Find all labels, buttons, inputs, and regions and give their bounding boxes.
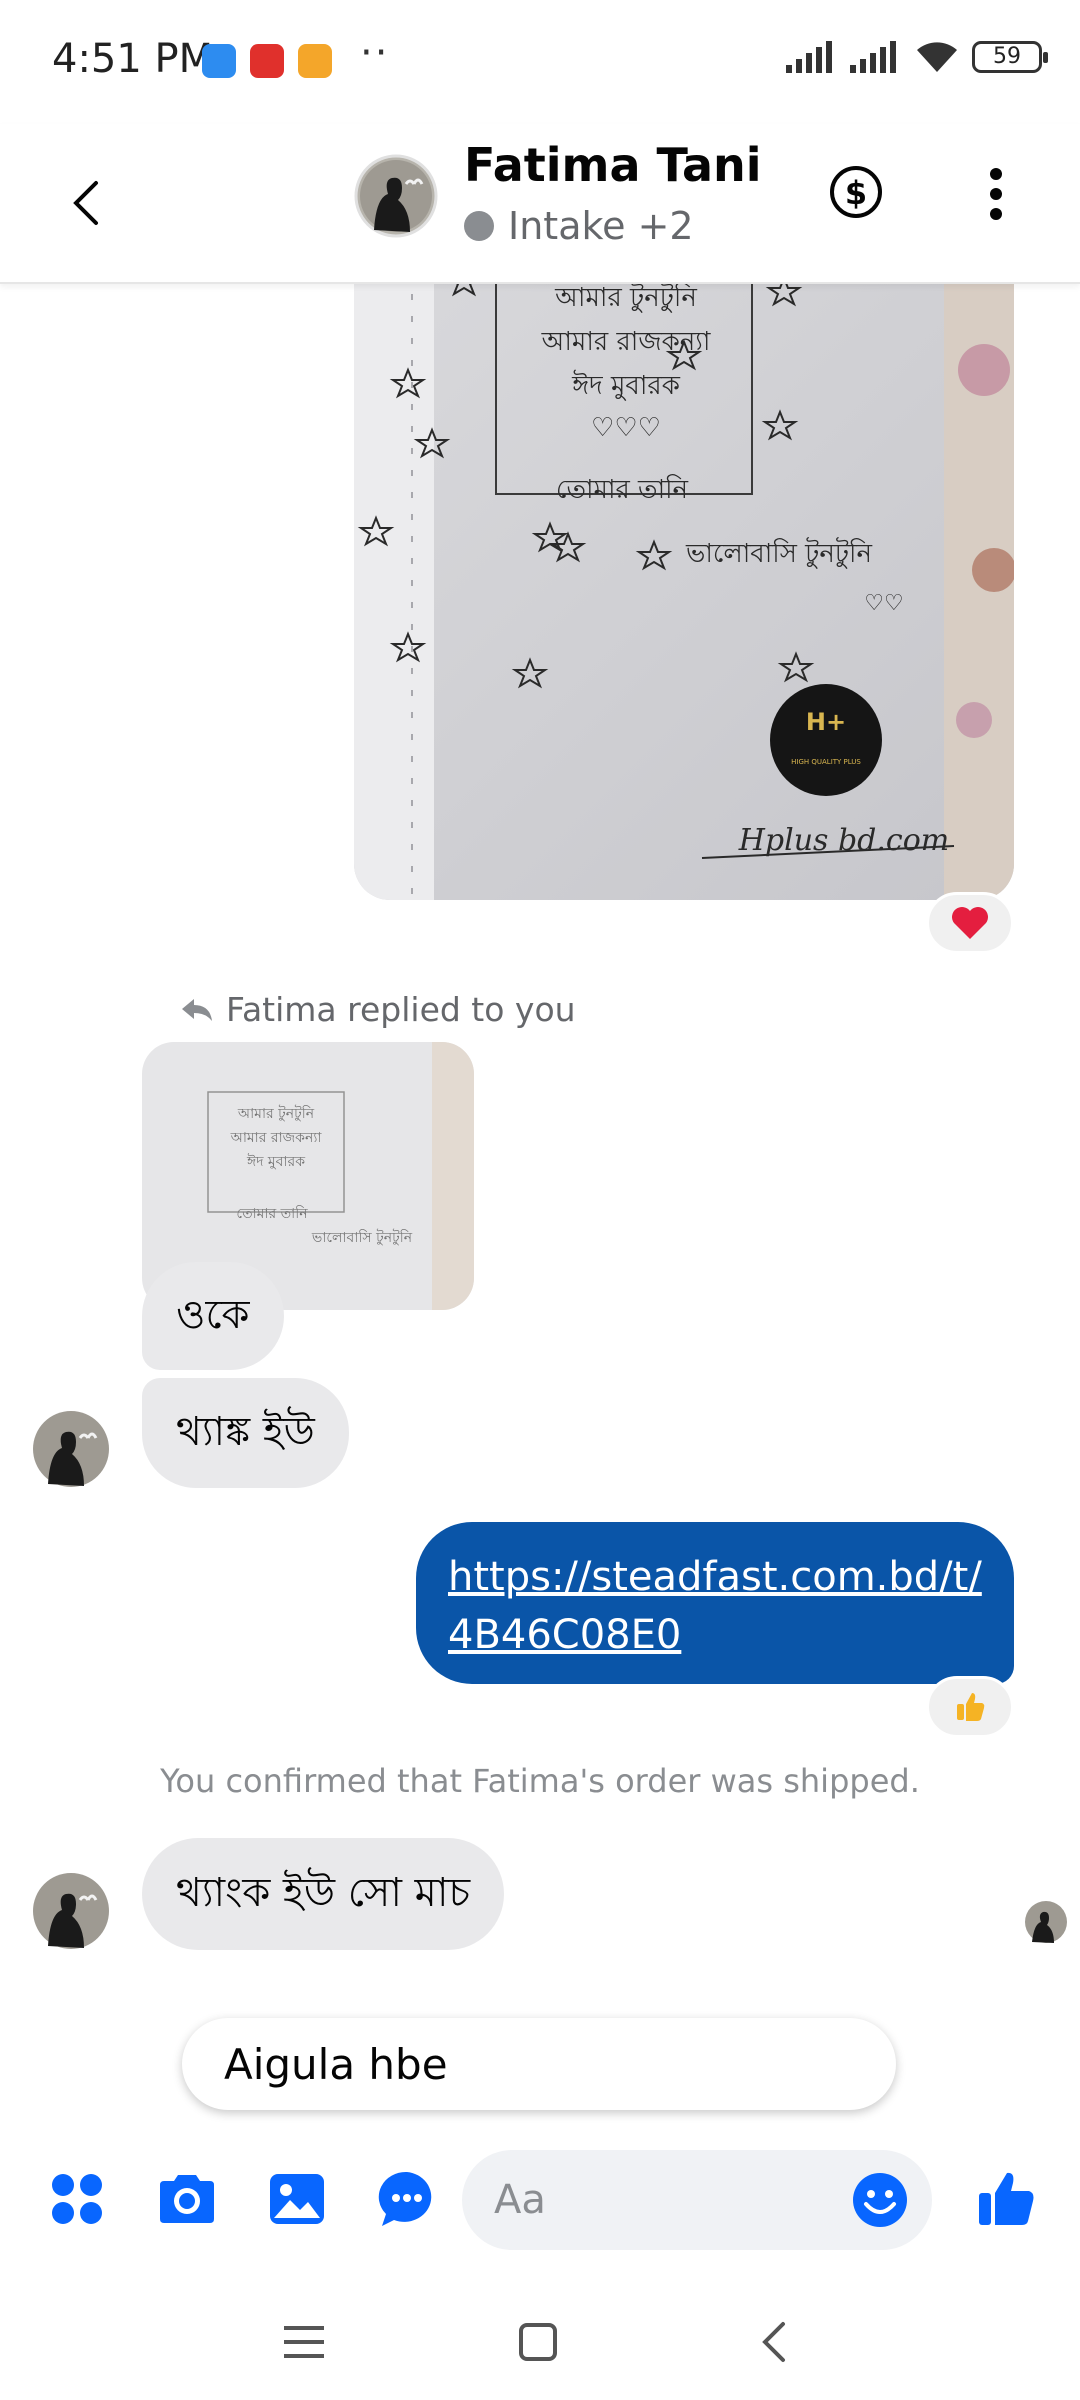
photo-card-image: আমার টুনটুনি আমার রাজকন্যা ঈদ মুবারক ♡♡♡… (354, 250, 1014, 900)
image-icon (270, 2174, 324, 2224)
incoming-message[interactable]: থ্যাংক ইউ সো মাচ (142, 1838, 505, 1950)
chat-bubble-icon (378, 2171, 432, 2226)
contact-label[interactable]: Intake +2 (464, 204, 694, 248)
heart-icon (952, 907, 988, 939)
label-dot (464, 211, 494, 241)
contact-avatar-small[interactable] (32, 1410, 110, 1488)
status-bar: 4:51 PM ·· 59 (0, 0, 1080, 124)
logo-text: H+ (806, 708, 846, 736)
label-text: Intake +2 (508, 204, 694, 248)
brand-logo (770, 684, 882, 796)
thumbs-up-reaction[interactable] (926, 1676, 1014, 1738)
svg-text:$: $ (845, 174, 867, 212)
message-input[interactable] (494, 2174, 834, 2226)
apps-button[interactable] (44, 2166, 110, 2232)
notes-app-icon (298, 44, 332, 78)
like-button[interactable] (974, 2166, 1040, 2232)
reply-indicator: Fatima replied to you (180, 990, 576, 1029)
square-icon (519, 2323, 557, 2361)
photo-line-4: ♡♡♡ (591, 413, 661, 443)
photo-watermark: Hplus bd.com (738, 823, 949, 858)
message-input-container (462, 2150, 932, 2250)
conversation-header: Fatima Tani Intake +2 $ (0, 124, 1080, 284)
notification-icons (202, 44, 332, 78)
dot (990, 208, 1002, 220)
outgoing-link-message[interactable]: https://steadfast.com.bd/t/4B46C08E0 (416, 1522, 1014, 1684)
thumb-line-2: আমার রাজকন্যা (230, 1130, 323, 1146)
camera-button[interactable] (154, 2166, 220, 2232)
incoming-message[interactable]: ওকে (142, 1262, 284, 1370)
reply-label-text: Fatima replied to you (226, 990, 576, 1029)
payment-icon[interactable]: $ (826, 162, 886, 222)
suggested-reply[interactable]: Aigula hbe (182, 2018, 896, 2110)
system-indicators: 59 (786, 40, 1048, 74)
system-back-button[interactable] (744, 2312, 804, 2372)
photo-line-6: ভালোবাসি টুনটুনি (685, 537, 872, 569)
thumb-line-6: ভালোবাসি টুনটুনি (311, 1229, 413, 1246)
menu-lines-icon (284, 2326, 324, 2358)
thumbs-up-icon (957, 1693, 985, 1721)
thumb-line-5: তোমার তানি (236, 1205, 308, 1222)
photo-line-3: ঈদ মুবারক (571, 370, 681, 401)
reply-arrow-icon (182, 998, 212, 1021)
sent-photo[interactable]: আমার টুনটুনি আমার রাজকন্যা ঈদ মুবারক ♡♡♡… (354, 250, 1014, 900)
photo-line-1: আমার টুনটুনি (554, 281, 697, 313)
photo-line-2: আমার রাজকন্যা (541, 327, 711, 357)
photo-line-7: ♡♡ (864, 591, 903, 616)
incoming-message[interactable]: থ্যাঙ্ক ইউ (142, 1378, 349, 1488)
recents-button[interactable] (274, 2312, 334, 2372)
back-button[interactable] (50, 168, 120, 238)
thumb-line-3: ঈদ মুবারক (246, 1153, 305, 1170)
message-composer (0, 2140, 1080, 2260)
order-shipped-note: You confirmed that Fatima's order was sh… (160, 1762, 920, 1800)
wifi-icon (917, 42, 957, 72)
seen-avatar (1025, 1901, 1067, 1943)
emoji-icon[interactable] (850, 2170, 910, 2230)
logo-subtext: HIGH QUALITY PLUS (791, 758, 861, 766)
messenger-icon (202, 44, 236, 78)
status-time: 4:51 PM (52, 36, 214, 82)
contact-name[interactable]: Fatima Tani (464, 138, 762, 192)
more-options-button[interactable] (976, 154, 1016, 234)
thumb-line-1: আমার টুনটুনি (237, 1105, 315, 1122)
back-arrow-icon (73, 181, 98, 225)
contact-avatar-small[interactable] (32, 1872, 110, 1950)
thumbs-up-icon (979, 2172, 1034, 2225)
contact-avatar[interactable] (354, 154, 438, 238)
chat-bubble-button[interactable] (374, 2166, 440, 2232)
more-notifications-indicator: ·· (360, 30, 390, 76)
camera-icon (160, 2175, 214, 2223)
apps-grid-icon (52, 2174, 102, 2224)
photo-line-5: তোমার তানি (556, 474, 689, 505)
battery-indicator: 59 (972, 41, 1048, 73)
signal-icon (786, 41, 832, 73)
system-nav-bar (0, 2290, 1080, 2400)
news-app-icon (250, 44, 284, 78)
home-button[interactable] (508, 2312, 568, 2372)
heart-reaction[interactable] (926, 892, 1014, 954)
dot (990, 168, 1002, 180)
signal-icon (850, 41, 896, 73)
back-chevron-icon (762, 2322, 785, 2362)
gallery-button[interactable] (264, 2166, 330, 2232)
dot (990, 188, 1002, 200)
